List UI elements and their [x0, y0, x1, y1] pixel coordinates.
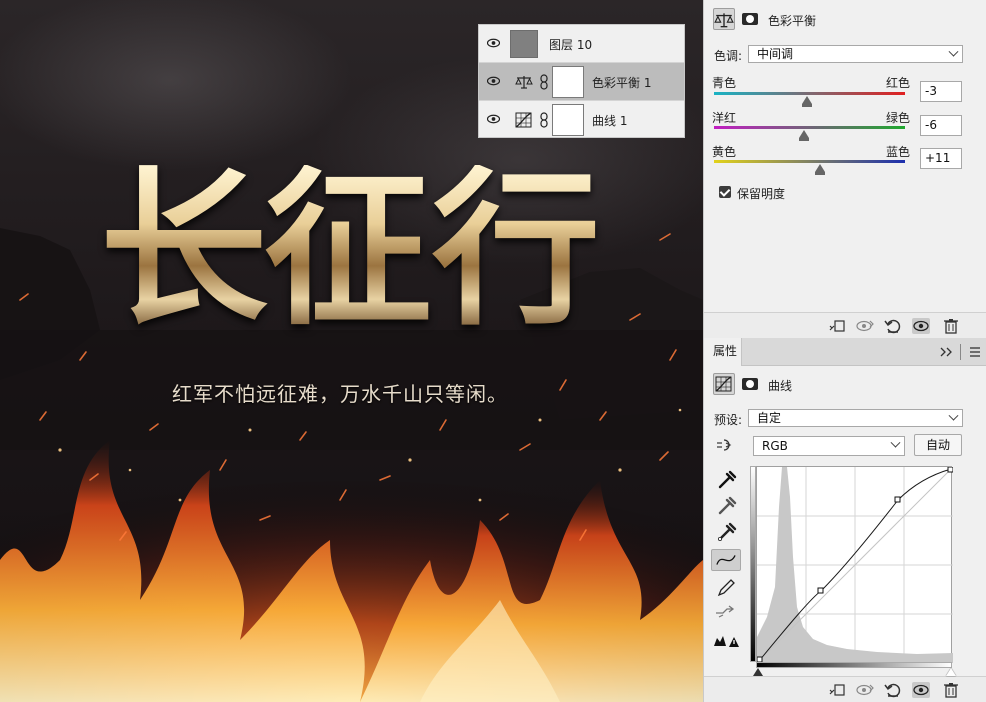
layer-row-curves-1[interactable]: 曲线 1	[479, 101, 684, 139]
eye-icon[interactable]	[487, 114, 500, 124]
layer-thumbnail	[510, 30, 538, 58]
color-balance-toggle[interactable]	[713, 8, 735, 30]
input-gradient-bar	[750, 466, 756, 662]
chevron-down-icon	[948, 46, 959, 57]
gray-point-eyedropper-icon[interactable]	[711, 494, 741, 516]
adjustment-footer-bar	[704, 312, 986, 338]
tab-divider	[960, 344, 961, 360]
mask-icon[interactable]	[742, 378, 758, 390]
title-char-2: 征	[264, 150, 432, 348]
channel-select-value: RGB	[762, 439, 788, 453]
curve-point[interactable]	[817, 587, 824, 594]
white-point-slider[interactable]	[946, 668, 956, 676]
balance-scale-icon	[515, 76, 533, 89]
layer-name: 曲线 1	[592, 114, 628, 128]
yellow-blue-track[interactable]	[714, 160, 905, 163]
layer-row-layer-10[interactable]: 图层 10	[479, 25, 684, 63]
visibility-icon[interactable]	[912, 682, 930, 698]
title-char-1: 长	[100, 150, 268, 348]
properties-tab-bar: 属性	[704, 338, 986, 366]
magenta-green-track[interactable]	[714, 126, 905, 129]
panel-title: 色彩平衡	[768, 14, 817, 28]
curve-point[interactable]	[947, 466, 954, 473]
visibility-icon[interactable]	[912, 318, 930, 334]
channel-select[interactable]: RGB	[753, 436, 905, 456]
chevron-down-icon	[890, 437, 901, 448]
link-icon[interactable]	[540, 112, 548, 128]
eye-icon[interactable]	[487, 76, 500, 86]
preset-label: 预设:	[714, 413, 743, 427]
clip-to-layer-icon[interactable]	[828, 318, 846, 334]
trash-icon[interactable]	[942, 682, 960, 698]
yellow-blue-slider-thumb[interactable]	[815, 164, 825, 175]
slider-magenta-label: 洋红	[712, 111, 737, 125]
tone-select[interactable]: 中间调	[748, 45, 963, 63]
slider-yellow-label: 黄色	[712, 145, 737, 159]
white-point-eyedropper-icon[interactable]	[711, 520, 741, 542]
curves-title: 曲线	[768, 379, 793, 393]
balance-scale-icon	[714, 13, 734, 28]
cyan-red-value-input[interactable]: -3	[920, 81, 962, 102]
curves-histogram-plot[interactable]	[756, 466, 954, 664]
preset-select-value: 自定	[757, 411, 782, 425]
curves-footer-bar	[704, 676, 986, 702]
slider-red-label: 红色	[886, 76, 911, 90]
tone-label: 色调:	[714, 49, 743, 63]
black-point-eyedropper-icon[interactable]	[711, 468, 741, 490]
cyan-red-slider-thumb[interactable]	[801, 96, 812, 107]
eye-icon[interactable]	[487, 38, 500, 48]
slider-cyan-label: 青色	[712, 76, 737, 90]
curves-toggle[interactable]	[713, 373, 735, 395]
layer-row-color-balance-1[interactable]: 色彩平衡 1	[479, 63, 684, 101]
clipping-warning-icon[interactable]	[711, 628, 741, 650]
output-gradient-bar	[756, 662, 952, 668]
clip-to-layer-icon[interactable]	[828, 682, 846, 698]
curves-icon	[715, 376, 732, 392]
reset-icon[interactable]	[884, 318, 902, 334]
smooth-curve-icon[interactable]	[711, 601, 741, 623]
double-chevron-icon[interactable]	[940, 347, 954, 357]
slider-blue-label: 蓝色	[886, 145, 911, 159]
layer-name: 色彩平衡 1	[592, 76, 652, 90]
curves-graph[interactable]	[756, 466, 954, 664]
layer-mask-thumbnail[interactable]	[552, 104, 584, 136]
black-point-slider[interactable]	[753, 668, 763, 676]
subtitle-text: 红军不怕远征难，万水千山只等闲。	[172, 382, 508, 406]
preset-select[interactable]: 自定	[748, 409, 963, 427]
preserve-luminosity-label: 保留明度	[737, 187, 786, 201]
tone-select-value: 中间调	[757, 47, 794, 61]
magenta-green-slider-thumb[interactable]	[798, 130, 809, 141]
targeted-adjustment-icon[interactable]	[716, 437, 736, 453]
view-previous-state-icon[interactable]	[856, 682, 874, 698]
cyan-red-track[interactable]	[714, 92, 905, 95]
preserve-luminosity-checkbox[interactable]	[719, 186, 731, 198]
reset-icon[interactable]	[884, 682, 902, 698]
pencil-icon[interactable]	[711, 576, 741, 598]
panel-menu-icon[interactable]	[969, 346, 981, 358]
mask-icon[interactable]	[742, 13, 758, 25]
trash-icon[interactable]	[942, 318, 960, 334]
edit-points-icon[interactable]	[711, 549, 741, 571]
magenta-green-value-input[interactable]: -6	[920, 115, 962, 136]
slider-green-label: 绿色	[886, 111, 911, 125]
layer-name: 图层 10	[549, 38, 593, 52]
link-icon[interactable]	[540, 74, 548, 90]
layers-panel: 图层 10 色彩平衡 1 曲线 1	[478, 24, 685, 138]
curve-point[interactable]	[894, 496, 901, 503]
yellow-blue-value-input[interactable]: +11	[920, 148, 962, 169]
auto-button[interactable]: 自动	[914, 434, 962, 456]
title-char-3: 行	[432, 150, 600, 348]
layer-mask-thumbnail[interactable]	[552, 66, 584, 98]
photoshop-window: 长 征 行 红军不怕远征难，万水千山只等闲。 图层 10 色彩平衡 1 曲线 1	[0, 0, 986, 702]
tab-properties[interactable]: 属性	[704, 338, 742, 366]
view-previous-state-icon[interactable]	[856, 318, 874, 334]
chevron-down-icon	[948, 410, 959, 421]
curves-icon	[515, 112, 532, 128]
